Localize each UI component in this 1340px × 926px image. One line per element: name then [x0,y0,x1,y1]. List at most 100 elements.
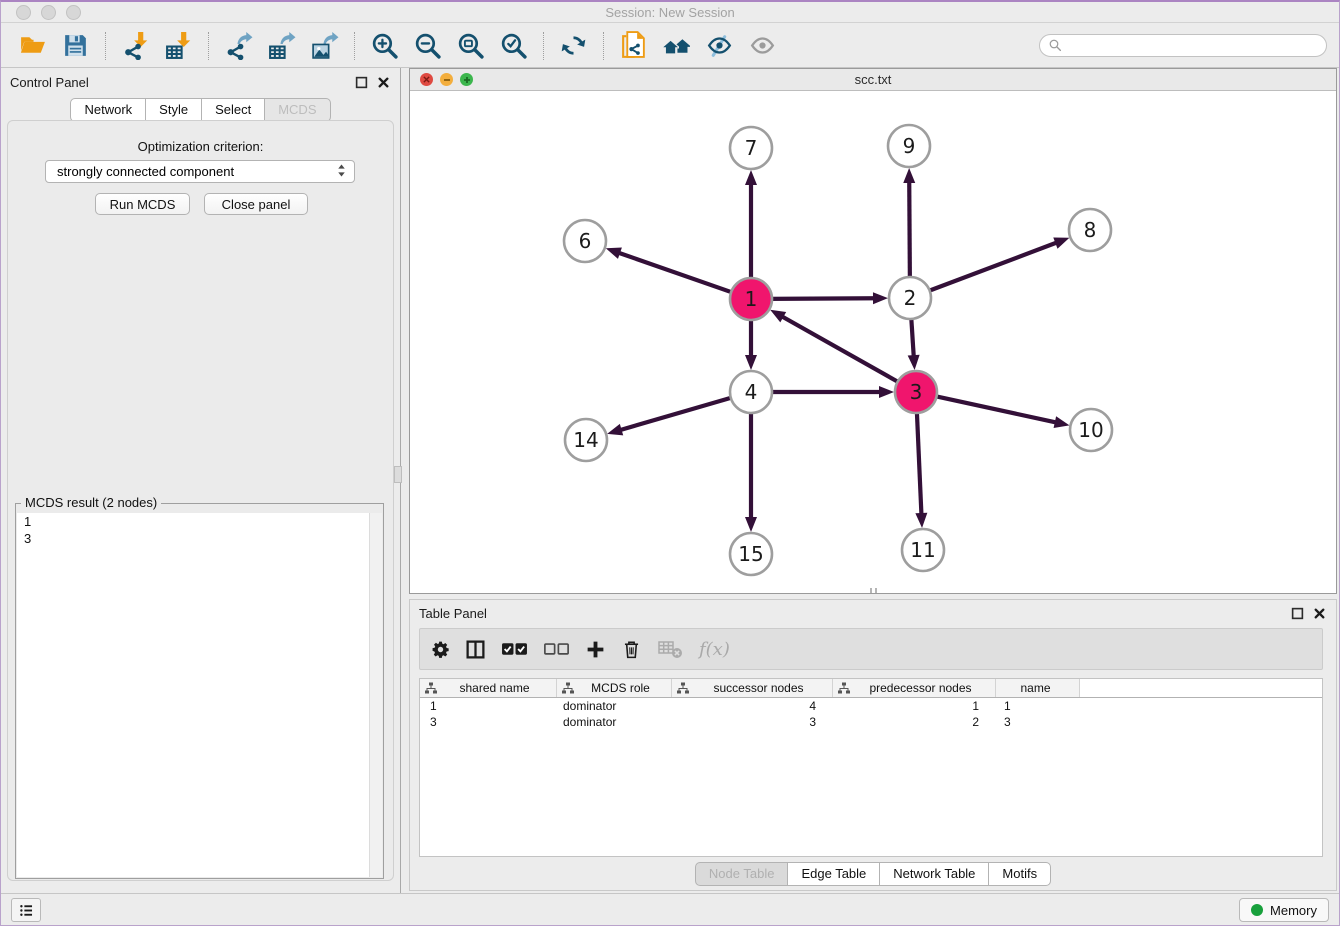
table-row[interactable]: 3dominator323 [420,714,1322,730]
float-panel-icon[interactable] [355,76,368,89]
graph-edge-3-1[interactable] [781,316,901,383]
main-area: Control Panel NetworkStyleSelectMCDS Opt… [1,68,1339,893]
criterion-value: strongly connected component [57,164,234,179]
tab-style[interactable]: Style [145,98,202,122]
graph-edge-arrow-4-15 [745,517,757,532]
network-file-icon[interactable] [612,30,655,62]
criterion-select[interactable]: strongly connected component [45,160,355,183]
graph-node-label-1: 1 [745,287,758,311]
graph-edge-3-10[interactable] [934,396,1058,423]
graph-edge-1-2[interactable] [769,298,876,299]
close-panel-icon[interactable] [377,76,390,89]
graph-edge-3-11[interactable] [917,410,922,516]
memory-button[interactable]: Memory [1239,898,1329,922]
table-cell: 1 [996,699,1080,713]
mcds-result-item: 1 [17,513,369,530]
tab-select[interactable]: Select [201,98,265,122]
table-panel: Table Panel f(x) shared nameMCDS rolesuc… [409,599,1337,891]
zoom-out-icon[interactable] [406,30,449,62]
function-builder-icon: f(x) [699,639,730,660]
close-table-panel-icon[interactable] [1313,607,1326,620]
mcds-result-scrollbar[interactable] [369,513,382,877]
table-row[interactable]: 1dominator411 [420,698,1322,714]
control-panel-title: Control Panel [10,75,89,90]
optimization-criterion-label: Optimization criterion: [1,139,400,154]
graph-edge-2-9[interactable] [909,180,910,280]
control-panel-header: Control Panel [10,71,390,93]
clear-all-checkboxes-icon[interactable] [543,640,570,659]
graph-edge-arrow-1-6 [606,248,622,259]
hide-graphics-details-icon[interactable] [698,30,741,62]
table-cell: dominator [557,715,672,729]
zoom-selected-icon[interactable] [492,30,535,62]
memory-status-icon [1251,904,1263,916]
settings-gear-icon[interactable] [431,640,450,659]
memory-label: Memory [1270,903,1317,918]
graph-edge-arrow-1-7 [745,170,757,185]
control-panel-tabs: NetworkStyleSelectMCDS [1,98,400,122]
float-table-panel-icon[interactable] [1291,607,1304,620]
select-stepper-icon [335,162,348,182]
titlebar: Session: New Session [1,2,1339,23]
import-table-icon[interactable] [157,30,200,62]
column-header-MCDS-role[interactable]: MCDS role [557,679,672,697]
export-table-icon[interactable] [260,30,303,62]
mcds-result-title: MCDS result (2 nodes) [21,495,161,510]
tab-network[interactable]: Network [70,98,146,122]
mcds-result-list[interactable]: 13 [17,513,369,877]
delete-column-icon[interactable] [621,639,642,660]
tab-motifs[interactable]: Motifs [988,862,1051,886]
run-mcds-button[interactable]: Run MCDS [95,193,190,215]
control-panel: Control Panel NetworkStyleSelectMCDS Opt… [1,68,401,893]
graph-edge-4-14[interactable] [619,397,734,430]
show-graphics-details-icon[interactable] [741,30,784,62]
task-history-button[interactable] [11,898,41,922]
zoom-fit-icon[interactable] [449,30,492,62]
graph-edge-arrow-3-1 [770,310,786,323]
column-header-filler [1080,679,1322,697]
home-icon[interactable] [655,30,698,62]
node-table[interactable]: shared nameMCDS rolesuccessor nodesprede… [419,678,1323,857]
close-panel-button[interactable]: Close panel [204,193,308,215]
export-image-icon[interactable] [303,30,346,62]
canvas-resize-grip[interactable] [865,588,881,593]
column-header-shared-name[interactable]: shared name [420,679,557,697]
network-canvas[interactable]: 7968124314101511 [410,91,1336,593]
right-area: scc.txt 7968124314101511 Table Panel f(x… [402,68,1339,893]
graph-edge-1-6[interactable] [617,252,734,293]
network-window: scc.txt 7968124314101511 [409,68,1337,594]
graph-edge-arrow-1-2 [873,292,888,304]
graph-node-label-10: 10 [1078,418,1103,442]
table-cell: 3 [672,715,833,729]
tab-node-table[interactable]: Node Table [695,862,789,886]
table-cell: 1 [420,699,557,713]
column-header-successor-nodes[interactable]: successor nodes [672,679,833,697]
vertical-splitter-grip[interactable] [394,466,402,483]
graph-edge-2-8[interactable] [927,242,1058,292]
graph-edge-arrow-2-3 [908,355,920,370]
open-session-icon[interactable] [11,30,54,62]
search-input[interactable] [1063,38,1318,53]
select-all-checkboxes-icon[interactable] [501,640,528,659]
column-header-name[interactable]: name [996,679,1080,697]
graph-node-label-2: 2 [904,286,917,310]
add-column-icon[interactable] [585,639,606,660]
main-toolbar [1,24,1339,68]
graph-node-label-3: 3 [910,380,923,404]
refresh-layout-icon[interactable] [552,30,595,62]
column-header-predecessor-nodes[interactable]: predecessor nodes [833,679,996,697]
tab-network-table[interactable]: Network Table [879,862,989,886]
split-columns-icon[interactable] [465,639,486,660]
tab-edge-table[interactable]: Edge Table [787,862,880,886]
zoom-in-icon[interactable] [363,30,406,62]
network-window-titlebar: scc.txt [410,69,1336,91]
graph-edge-2-3[interactable] [911,316,914,358]
save-session-icon[interactable] [54,30,97,62]
import-network-icon[interactable] [114,30,157,62]
search-box[interactable] [1039,34,1327,57]
table-panel-title: Table Panel [419,606,487,621]
graph-edge-arrow-2-8 [1053,237,1069,248]
tab-mcds[interactable]: MCDS [264,98,330,122]
toolbar-separator [543,32,544,60]
export-network-icon[interactable] [217,30,260,62]
